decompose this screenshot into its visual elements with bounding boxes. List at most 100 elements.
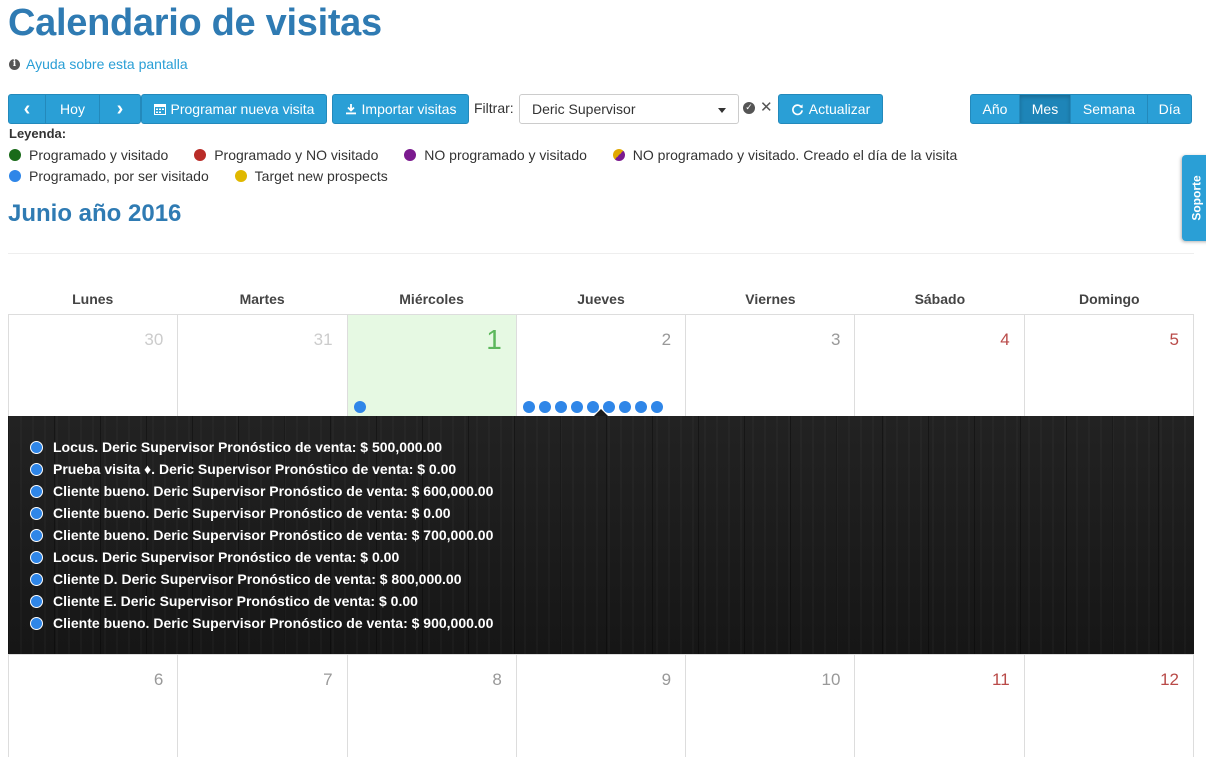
day-number: 9 (661, 670, 672, 689)
panel-pointer (594, 409, 608, 416)
event-dot[interactable] (650, 401, 663, 413)
weekday-label: Jueves (577, 291, 625, 307)
legend-label: Target new prospects (254, 168, 388, 184)
blue-dot-icon (30, 616, 43, 630)
day-number: 8 (492, 670, 502, 689)
event-item[interactable]: Cliente bueno. Deric Supervisor Pronósti… (30, 524, 1194, 546)
close-icon[interactable]: ✕ (760, 98, 773, 116)
event-item[interactable]: Cliente D. Deric Supervisor Pronóstico d… (30, 568, 1194, 590)
legend-item: Programado, por ser visitado (9, 166, 209, 186)
day-cell[interactable]: 7 (178, 655, 348, 757)
event-dot[interactable] (538, 401, 551, 413)
help-link[interactable]: i Ayuda sobre esta pantalla (9, 56, 188, 72)
legend-item: Programado y NO visitado (194, 145, 378, 165)
event-dots[interactable] (353, 401, 366, 413)
event-dot[interactable] (634, 401, 647, 413)
view-week-button[interactable]: Semana (1070, 94, 1148, 124)
legend: Programado y visitado Programado y NO vi… (9, 145, 1159, 187)
red-dot-icon (194, 149, 207, 161)
day-cell[interactable]: 12 (1025, 655, 1194, 757)
event-item[interactable]: Locus. Deric Supervisor Pronóstico de ve… (30, 546, 1194, 568)
green-dot-icon (9, 149, 21, 161)
event-item[interactable]: Cliente E. Deric Supervisor Pronóstico d… (30, 590, 1194, 612)
event-text: Cliente E. Deric Supervisor Pronóstico d… (53, 593, 418, 609)
event-dot[interactable] (554, 401, 567, 413)
yellow-dot-icon (234, 170, 247, 182)
view-day-button[interactable]: Día (1147, 94, 1192, 124)
import-visits-button[interactable]: Importar visitas (332, 94, 469, 124)
event-item[interactable]: Locus. Deric Supervisor Pronóstico de ve… (30, 436, 1194, 458)
day-number: 1 (486, 324, 502, 355)
event-item[interactable]: Prueba visita ♦. Deric Supervisor Pronós… (30, 458, 1194, 480)
day-cell[interactable]: 9 (517, 655, 687, 757)
legend-label: NO programado y visitado. Creado el día … (632, 147, 958, 163)
day-cell[interactable]: 10 (686, 655, 856, 757)
view-year-button[interactable]: Año (970, 94, 1020, 124)
view-month-button[interactable]: Mes (1019, 94, 1071, 124)
day-cell[interactable]: 5 (1025, 315, 1194, 416)
weekday-label: Miércoles (399, 291, 464, 307)
next-button[interactable]: › (99, 94, 141, 124)
day-cell[interactable]: 6 (9, 655, 179, 757)
event-text: Locus. Deric Supervisor Pronóstico de ve… (53, 549, 400, 565)
day-cell[interactable]: 4 (855, 315, 1025, 416)
event-text: Cliente bueno. Deric Supervisor Pronósti… (53, 483, 494, 499)
day-number: 31 (313, 330, 333, 349)
blue-dot-icon (30, 462, 43, 476)
blue-dot-icon (30, 572, 43, 586)
event-dot[interactable] (353, 401, 366, 413)
day-cell[interactable]: 8 (348, 655, 517, 757)
event-item[interactable]: Cliente bueno. Deric Supervisor Pronósti… (30, 612, 1194, 634)
refresh-button[interactable]: Actualizar (778, 94, 883, 124)
schedule-visit-label: Programar nueva visita (170, 101, 315, 117)
download-icon (345, 104, 356, 115)
day-number: 6 (153, 670, 164, 689)
help-link-text[interactable]: Ayuda sobre esta pantalla (26, 56, 188, 72)
day-cell[interactable]: 30 (9, 315, 179, 416)
support-tab[interactable]: Soporte (1182, 155, 1206, 241)
day-cell[interactable]: 11 (855, 655, 1025, 757)
event-dots[interactable] (522, 401, 663, 413)
filter-select[interactable]: Deric Supervisor (519, 94, 739, 124)
event-item[interactable]: Cliente bueno. Deric Supervisor Pronósti… (30, 480, 1194, 502)
day-number: 3 (830, 330, 841, 349)
split-dot-icon (612, 149, 625, 161)
today-button[interactable]: Hoy (45, 94, 100, 124)
check-circle-icon[interactable]: ✓ (743, 102, 755, 114)
day-cell[interactable]: 3 (686, 315, 856, 416)
event-dot[interactable] (570, 401, 583, 413)
blue-dot-icon (9, 170, 21, 182)
event-text: Cliente bueno. Deric Supervisor Pronósti… (53, 505, 451, 521)
week-row: 6 7 8 9 10 11 12 (8, 654, 1194, 757)
event-text: Cliente bueno. Deric Supervisor Pronósti… (53, 615, 494, 631)
legend-item: Programado y visitado (9, 145, 168, 165)
date-nav-group: ‹ Hoy › (8, 94, 141, 124)
weekday-label: Viernes (745, 291, 796, 307)
day-number: 4 (1000, 330, 1010, 349)
event-dot[interactable] (522, 401, 535, 413)
page-title: Calendario de visitas (8, 2, 382, 44)
support-tab-label: Soporte (1190, 175, 1204, 221)
filter-label: Filtrar: (474, 100, 514, 116)
legend-label: Programado y visitado (29, 147, 169, 163)
day-cell[interactable]: 31 (178, 315, 348, 416)
events-panel: Locus. Deric Supervisor Pronóstico de ve… (8, 409, 1194, 654)
day-cell[interactable]: 2 (517, 315, 687, 416)
caret-down-icon (718, 108, 726, 113)
info-icon: i (9, 58, 20, 70)
legend-item: NO programado y visitado. Creado el día … (612, 145, 958, 165)
legend-label: Programado y NO visitado (214, 147, 379, 163)
day-number: 11 (992, 670, 1010, 689)
purple-dot-icon (404, 149, 417, 161)
day-cell-today[interactable]: 1 (347, 315, 517, 416)
legend-label: NO programado y visitado (424, 147, 587, 163)
chevron-right-icon: › (116, 98, 124, 120)
event-dot[interactable] (618, 401, 631, 413)
schedule-visit-button[interactable]: Programar nueva visita (141, 94, 327, 124)
event-item[interactable]: Cliente bueno. Deric Supervisor Pronósti… (30, 502, 1194, 524)
legend-label: Programado, por ser visitado (29, 168, 209, 184)
event-text: Prueba visita ♦. Deric Supervisor Pronós… (53, 461, 457, 477)
prev-button[interactable]: ‹ (8, 94, 46, 124)
day-number: 12 (1160, 670, 1179, 689)
chevron-left-icon: ‹ (23, 98, 31, 120)
